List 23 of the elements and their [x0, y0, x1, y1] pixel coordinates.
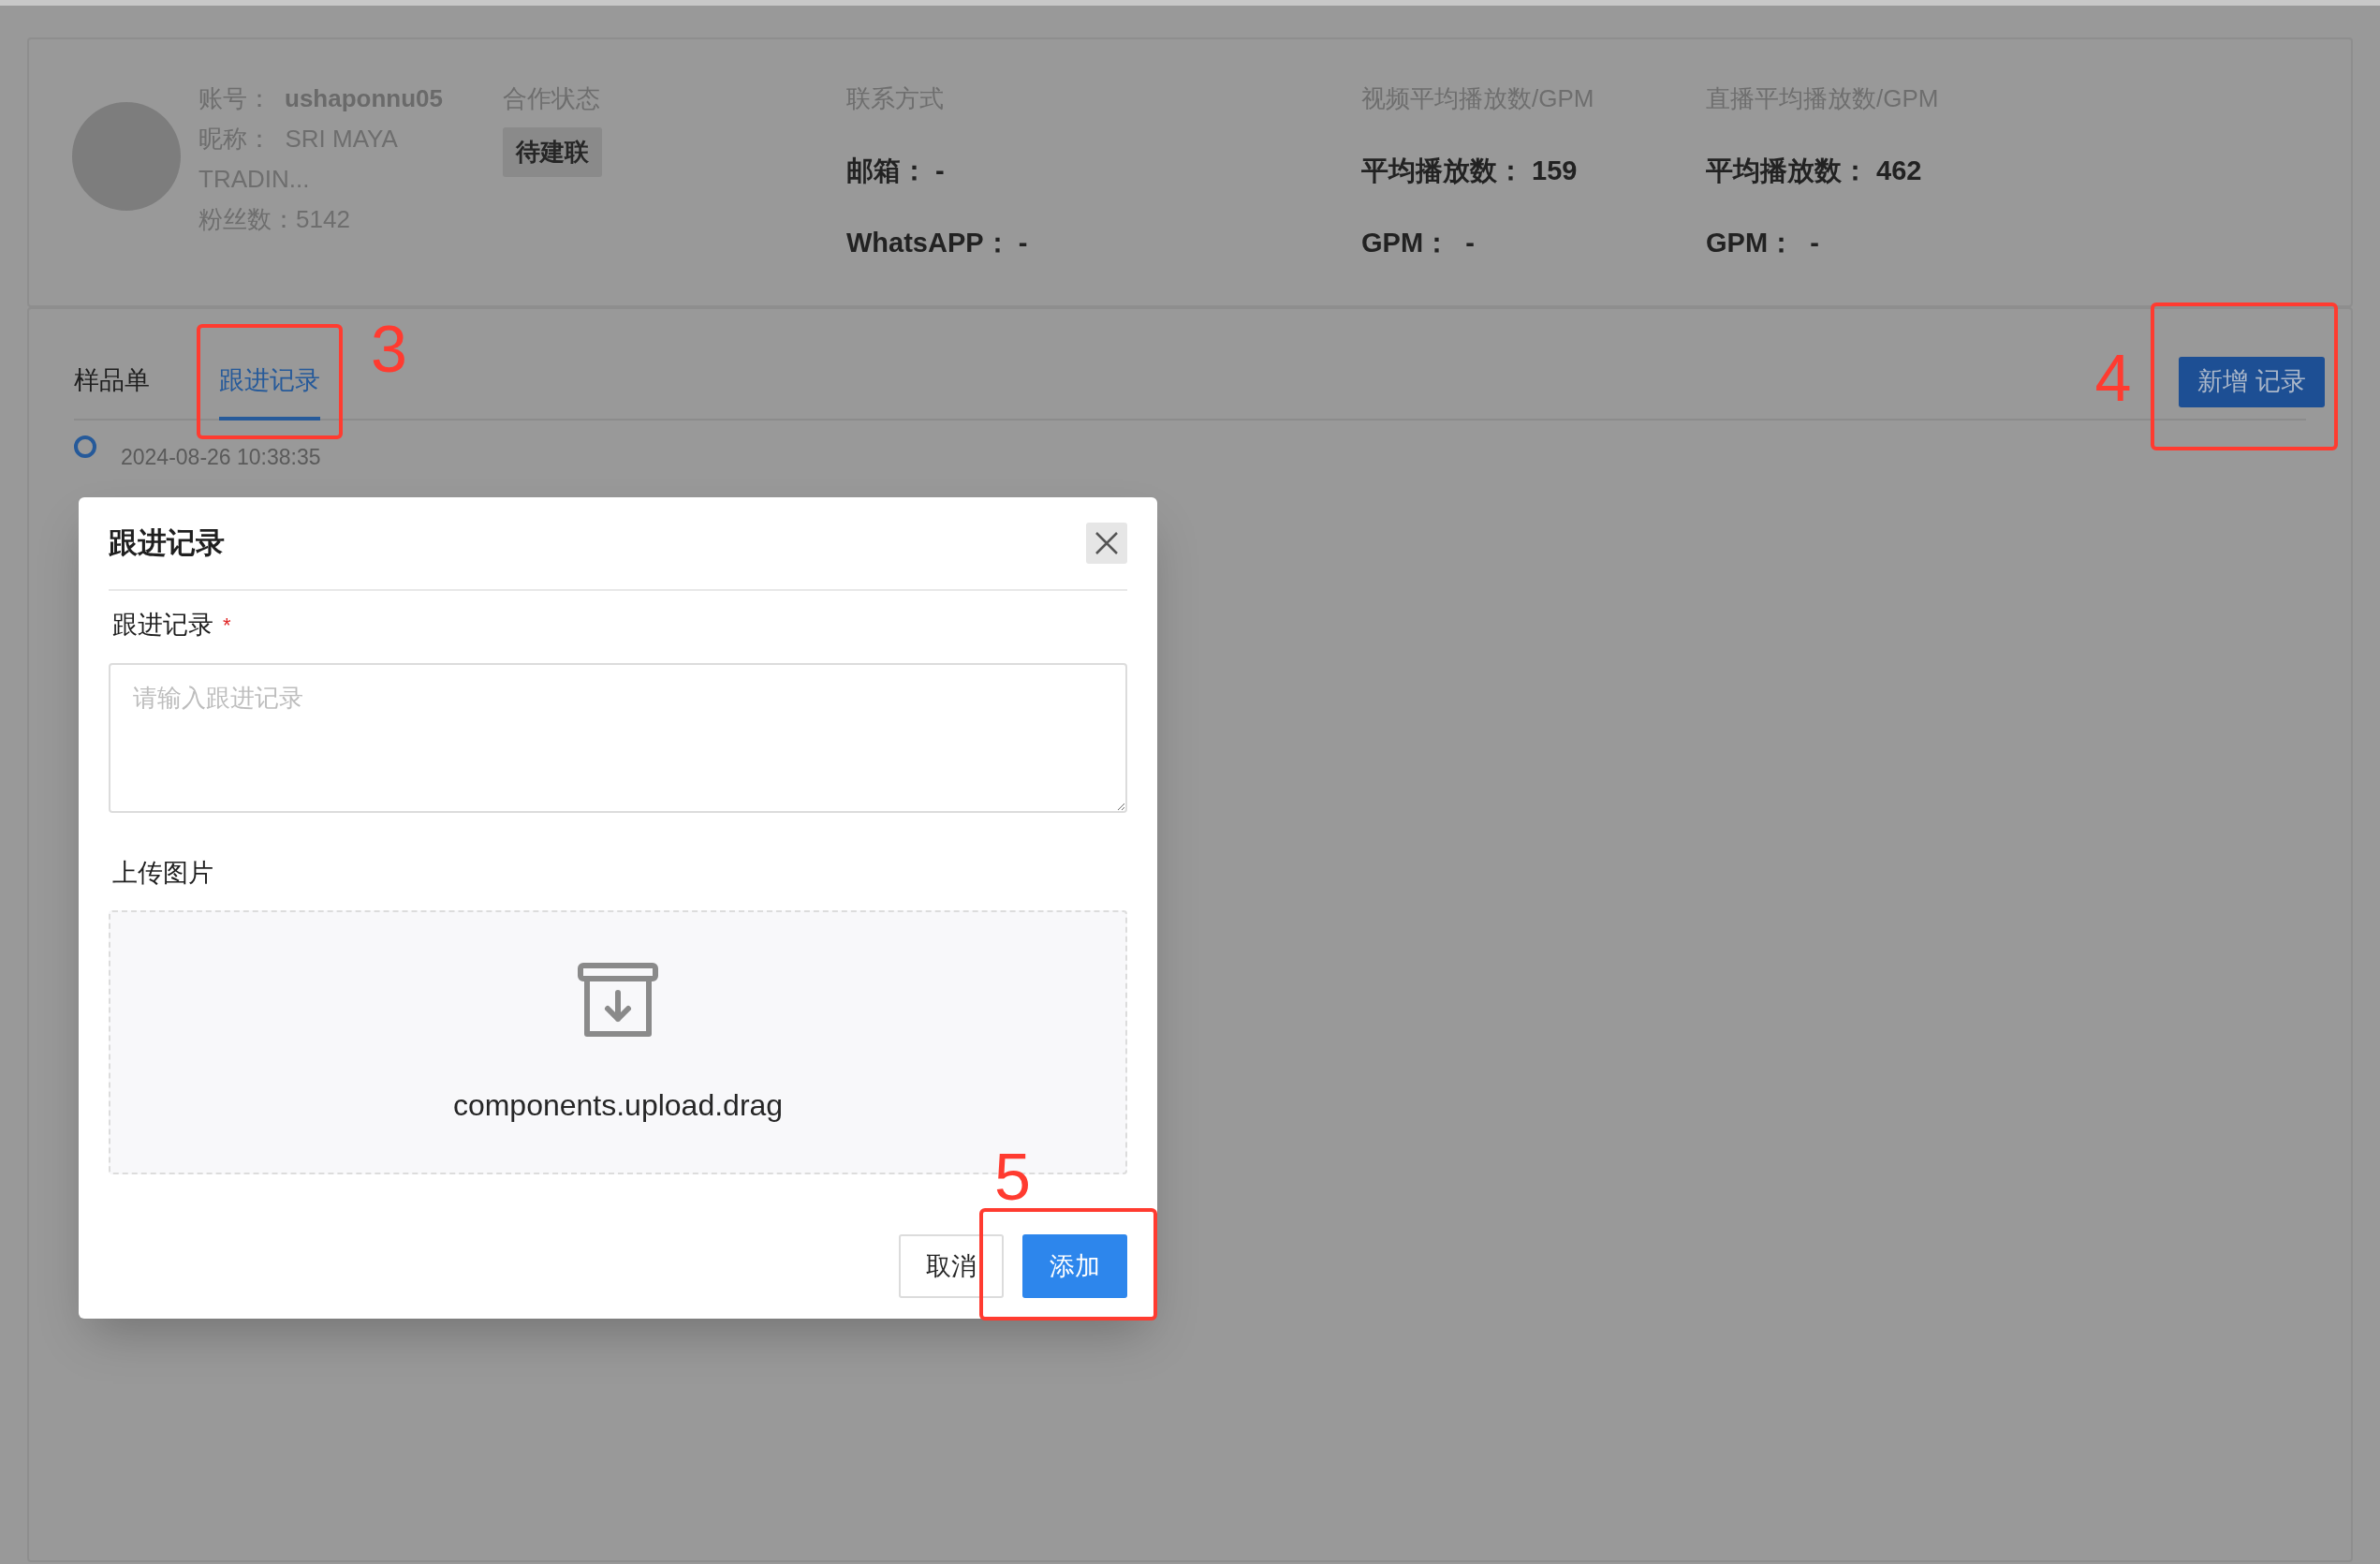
annotation-number: 3	[371, 317, 407, 382]
status-badge: 待建联	[503, 127, 602, 177]
field-text: 平均播放数： 159	[1361, 155, 1579, 187]
field-text: 平均播放数： 462	[1706, 155, 1923, 187]
timeline-time: 2024-08-26 10:38:35	[121, 443, 321, 471]
cancel-button[interactable]: 取消	[899, 1234, 1004, 1298]
tab[interactable]: 样品单	[74, 348, 150, 421]
field-text: 邮箱： -	[846, 155, 946, 187]
upload-hint: components.upload.drag	[452, 1087, 784, 1124]
add-record-button[interactable]: 新增 记录	[2179, 356, 2325, 407]
add-button[interactable]: 添加	[1022, 1234, 1127, 1298]
input-field[interactable]: 请输入跟进记录	[109, 662, 1127, 813]
download-box-icon	[578, 963, 658, 1040]
close-button[interactable]	[1086, 523, 1127, 564]
field-text: WhatsAPP： -	[846, 227, 1029, 259]
close-icon	[1095, 531, 1119, 555]
required-marker: *	[223, 612, 231, 639]
field-label: 上传图片	[112, 857, 214, 889]
field-label: 跟进记录	[112, 610, 213, 641]
annotation-number: 4	[2094, 345, 2132, 411]
dialog-title: 跟进记录	[109, 524, 225, 561]
field-text: GPM： -	[1361, 227, 1476, 259]
field-text: GPM： -	[1706, 227, 1820, 259]
